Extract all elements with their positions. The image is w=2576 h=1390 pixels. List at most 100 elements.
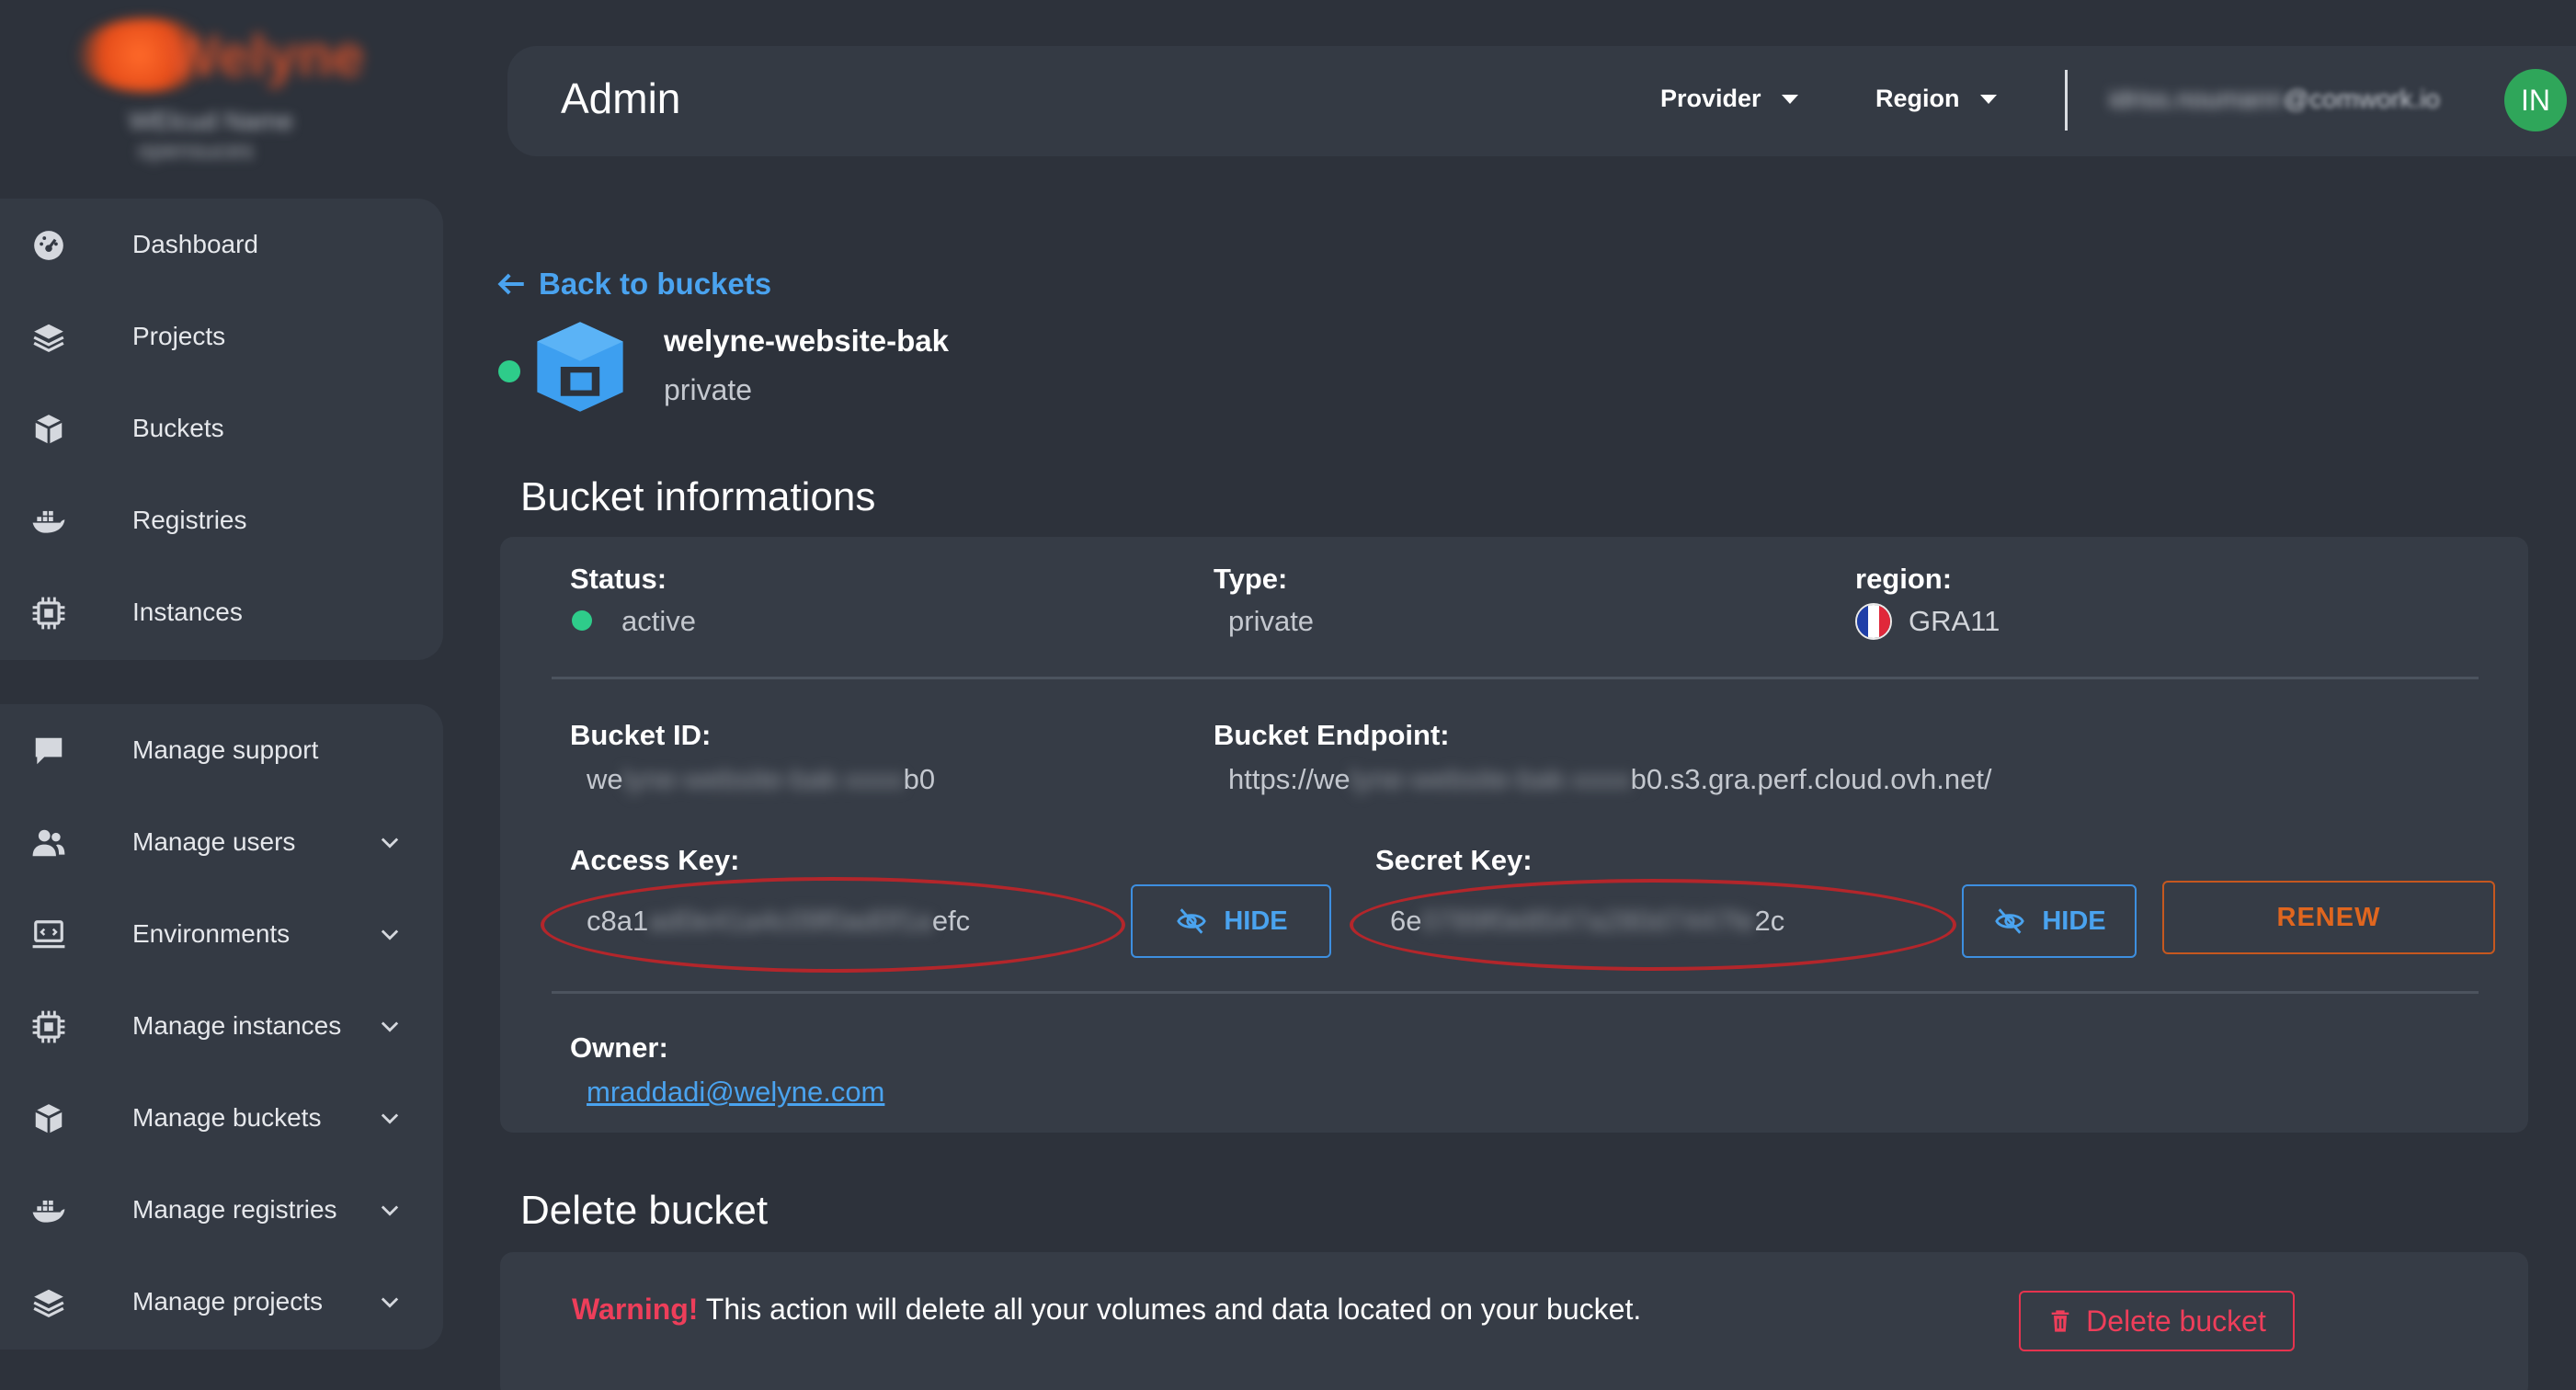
chip-icon bbox=[29, 1009, 68, 1044]
eye-off-icon bbox=[1995, 908, 2025, 934]
bucket-status-dot bbox=[498, 360, 520, 382]
page-title: Admin bbox=[561, 74, 681, 122]
sidebar-item-label: Manage instances bbox=[132, 1011, 342, 1040]
docker-icon bbox=[29, 1193, 68, 1228]
sidebar-item-registries[interactable]: Registries bbox=[0, 474, 443, 566]
secret-key-end: 2c bbox=[1754, 905, 1785, 937]
access-key-start: c8a1 bbox=[587, 905, 649, 937]
type-label: Type: bbox=[1214, 563, 1288, 595]
back-to-buckets-link[interactable]: Back to buckets bbox=[495, 267, 771, 302]
sidebar-item-label: Instances bbox=[132, 598, 243, 626]
bucket-endpoint-label: Bucket Endpoint: bbox=[1214, 719, 1450, 751]
bucket-id-end: b0 bbox=[903, 763, 936, 795]
warning-message: This action will delete all your volumes… bbox=[698, 1293, 1642, 1326]
access-key-label: Access Key: bbox=[570, 844, 740, 876]
brand-subtitle-2: opensuces bbox=[138, 136, 254, 164]
hide-secret-key-button[interactable]: HIDE bbox=[1962, 884, 2137, 958]
region-dropdown-label: Region bbox=[1875, 85, 1960, 112]
bucket-endpoint-value: https://welyne-website-bak-xxxxb0.s3.gra… bbox=[1228, 763, 1992, 796]
bucket-id-value: welyne-website-bak-xxxxb0 bbox=[587, 763, 935, 796]
nav-group-main: Dashboard Projects Buckets Registries In… bbox=[0, 199, 443, 660]
chevron-down-icon[interactable] bbox=[377, 921, 403, 947]
region-value: GRA11 bbox=[1909, 605, 2000, 637]
status-label: Status: bbox=[570, 563, 667, 595]
delete-warning-text: Warning! This action will delete all you… bbox=[572, 1293, 1641, 1327]
top-bar: Admin Provider Region idriss.noumann@com… bbox=[507, 46, 2576, 156]
owner-label: Owner: bbox=[570, 1031, 668, 1064]
sidebar-item-label: Manage registries bbox=[132, 1195, 337, 1224]
owner-email-link[interactable]: mraddadi@welyne.com bbox=[587, 1076, 884, 1109]
divider bbox=[552, 677, 2479, 679]
chevron-down-icon[interactable] bbox=[377, 1197, 403, 1223]
chat-icon bbox=[29, 734, 68, 769]
eye-off-icon bbox=[1177, 908, 1207, 934]
nav-group-admin: Manage support Manage users Environments… bbox=[0, 704, 443, 1350]
sidebar-item-manage-users[interactable]: Manage users bbox=[0, 796, 443, 888]
brand[interactable]: Welyne WElcud Name opensuces bbox=[64, 7, 364, 164]
sidebar-item-label: Manage users bbox=[132, 827, 296, 856]
sidebar-item-label: Registries bbox=[132, 506, 247, 534]
delete-bucket-button[interactable]: Delete bucket bbox=[2019, 1291, 2295, 1351]
secret-key-hidden: 0789f0e8547a280d7447fe bbox=[1421, 905, 1755, 937]
users-icon bbox=[29, 826, 68, 860]
avatar[interactable]: IN bbox=[2504, 69, 2567, 131]
sidebar-item-manage-instances[interactable]: Manage instances bbox=[0, 980, 443, 1072]
chevron-down-icon[interactable] bbox=[377, 1013, 403, 1039]
arrow-left-icon bbox=[497, 273, 524, 295]
provider-dropdown-label: Provider bbox=[1660, 85, 1761, 112]
access-key-hidden: ad0e41a4c09f0ad0f1a bbox=[648, 905, 932, 937]
sidebar-item-label: Dashboard bbox=[132, 230, 258, 258]
region-dropdown[interactable]: Region bbox=[1875, 85, 1997, 113]
renew-keys-button[interactable]: RENEW bbox=[2162, 881, 2495, 954]
bucket-visibility: private bbox=[664, 373, 753, 406]
provider-dropdown[interactable]: Provider bbox=[1660, 85, 1798, 113]
sidebar-item-label: Projects bbox=[132, 322, 226, 350]
sidebar-item-label: Manage support bbox=[132, 735, 319, 764]
france-flag-icon bbox=[1855, 603, 1892, 640]
endpoint-start: https://we bbox=[1228, 763, 1351, 795]
bucket-info-card: Status: active Type: private region: GRA… bbox=[500, 537, 2528, 1133]
delete-button-label: Delete bucket bbox=[2086, 1304, 2266, 1338]
sidebar-item-manage-support[interactable]: Manage support bbox=[0, 704, 443, 796]
sidebar: Welyne WElcud Name opensuces Dashboard P… bbox=[0, 0, 450, 1390]
warning-prefix: Warning! bbox=[572, 1293, 699, 1326]
brand-subtitle: WElcud Name bbox=[129, 107, 293, 135]
access-key-end: efc bbox=[931, 905, 971, 937]
sidebar-item-environments[interactable]: Environments bbox=[0, 888, 443, 980]
user-email[interactable]: idriss.noumann@comwork.io bbox=[2109, 85, 2440, 114]
trash-icon bbox=[2051, 1310, 2069, 1332]
topbar-divider bbox=[2065, 70, 2068, 131]
laptop-icon bbox=[29, 917, 68, 952]
delete-bucket-title: Delete bucket bbox=[520, 1188, 769, 1233]
sidebar-item-manage-projects[interactable]: Manage projects bbox=[0, 1256, 443, 1348]
type-value: private bbox=[1228, 605, 1315, 637]
bucket-informations-title: Bucket informations bbox=[520, 474, 876, 519]
user-email-domain: @comwork.io bbox=[2283, 85, 2440, 113]
status-active-dot bbox=[572, 610, 592, 631]
bucket-id-label: Bucket ID: bbox=[570, 719, 712, 751]
sidebar-item-projects[interactable]: Projects bbox=[0, 291, 443, 382]
back-link-label: Back to buckets bbox=[539, 267, 772, 301]
sidebar-item-label: Manage projects bbox=[132, 1287, 324, 1316]
hide-access-key-button[interactable]: HIDE bbox=[1131, 884, 1331, 958]
sidebar-item-dashboard[interactable]: Dashboard bbox=[0, 199, 443, 291]
sidebar-item-manage-buckets[interactable]: Manage buckets bbox=[0, 1072, 443, 1164]
bucket-id-start: we bbox=[587, 763, 623, 795]
chevron-down-icon[interactable] bbox=[377, 829, 403, 855]
sidebar-item-manage-registries[interactable]: Manage registries bbox=[0, 1164, 443, 1256]
chevron-down-icon[interactable] bbox=[377, 1105, 403, 1131]
delete-bucket-card: Warning! This action will delete all you… bbox=[500, 1252, 2528, 1390]
sidebar-item-buckets[interactable]: Buckets bbox=[0, 382, 443, 474]
hide-button-label: HIDE bbox=[2042, 906, 2106, 936]
secret-key-label: Secret Key: bbox=[1375, 844, 1533, 876]
bucket-name: welyne-website-bak bbox=[664, 324, 949, 358]
bucket-cube-icon bbox=[537, 322, 623, 412]
sidebar-item-instances[interactable]: Instances bbox=[0, 566, 443, 658]
region-label: region: bbox=[1855, 563, 1953, 595]
chevron-down-icon[interactable] bbox=[377, 1289, 403, 1315]
secret-key-start: 6e bbox=[1390, 905, 1422, 937]
status-value: active bbox=[621, 605, 696, 637]
layers-icon bbox=[29, 320, 68, 355]
endpoint-hidden: lyne-website-bak-xxxx bbox=[1350, 763, 1631, 795]
caret-down-icon bbox=[1979, 94, 1997, 104]
